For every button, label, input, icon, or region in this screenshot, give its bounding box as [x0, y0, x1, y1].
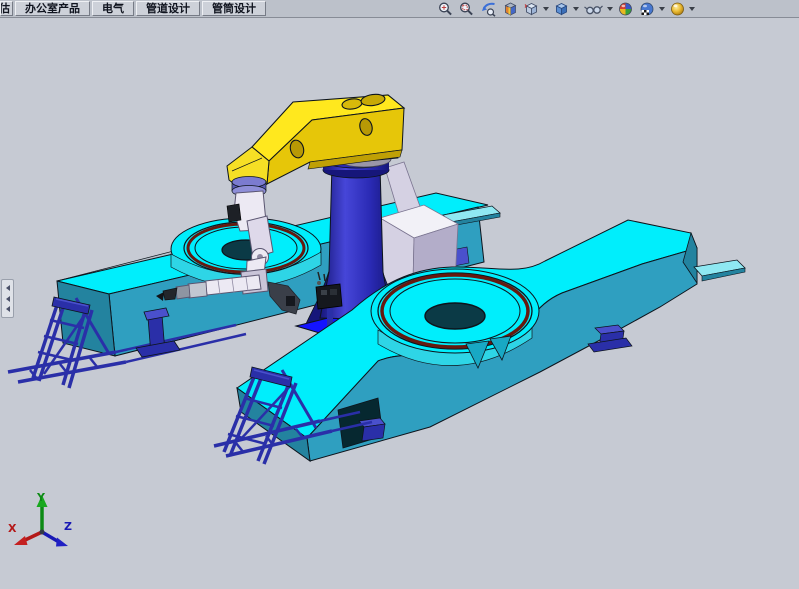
triad-z-label: Z	[64, 520, 72, 533]
tab-label: 办公室产品	[25, 3, 80, 15]
apply-scene-button[interactable]	[638, 1, 665, 17]
expand-arrow-icon	[6, 306, 10, 312]
display-style-icon	[553, 1, 570, 17]
heads-up-view-toolbar	[437, 0, 699, 17]
edit-appearance-icon	[617, 1, 634, 17]
view-orientation-icon	[523, 1, 540, 17]
triad-y-label: Y	[36, 491, 46, 504]
orientation-triad: Y X Z	[8, 491, 72, 547]
previous-view-button[interactable]	[479, 1, 498, 17]
command-bar: 估 办公室产品 电气 管道设计 管筒设计	[0, 0, 799, 18]
section-view-button[interactable]	[502, 1, 519, 17]
dropdown-caret[interactable]	[689, 7, 695, 11]
tab-office-products[interactable]: 办公室产品	[15, 1, 90, 16]
solidworks-window: 估 办公室产品 电气 管道设计 管筒设计	[0, 0, 799, 589]
dropdown-caret[interactable]	[573, 7, 579, 11]
commandmanager-tabs: 估 办公室产品 电气 管道设计 管筒设计	[0, 0, 268, 17]
checkered-flag	[642, 10, 650, 15]
graphics-area[interactable]: Y X Z	[0, 18, 799, 589]
hide-show-items-button[interactable]	[583, 1, 613, 17]
view-settings-button[interactable]	[669, 1, 695, 17]
zoom-to-area-button[interactable]	[458, 1, 475, 17]
tab-electrical[interactable]: 电气	[92, 1, 134, 16]
hide-show-items-icon	[583, 1, 604, 17]
zoom-to-fit-button[interactable]	[437, 1, 454, 17]
dropdown-caret[interactable]	[659, 7, 665, 11]
expand-arrow-icon	[6, 296, 10, 302]
tab-tubing-design[interactable]: 管筒设计	[202, 1, 266, 16]
dropdown-caret[interactable]	[543, 7, 549, 11]
dropdown-caret[interactable]	[607, 7, 613, 11]
expand-arrow-icon	[6, 285, 10, 291]
tab-label: 电气	[102, 3, 124, 15]
triad-x-label: X	[8, 522, 17, 535]
zoom-to-area-icon	[458, 1, 475, 17]
tab-label: 估	[0, 3, 10, 15]
apply-scene-icon	[638, 1, 656, 17]
tab-label: 管道设计	[146, 3, 190, 15]
panel-expander[interactable]	[1, 279, 14, 318]
view-settings-icon	[669, 1, 686, 17]
section-view-icon	[502, 1, 519, 17]
cad-scene: Y X Z	[0, 18, 799, 589]
tab-piping-design[interactable]: 管道设计	[136, 1, 200, 16]
tab-evaluate-partial[interactable]: 估	[0, 1, 13, 16]
tab-label: 管筒设计	[212, 3, 256, 15]
view-orientation-button[interactable]	[523, 1, 549, 17]
display-style-button[interactable]	[553, 1, 579, 17]
previous-view-icon	[479, 1, 498, 17]
zoom-to-fit-icon	[437, 1, 454, 17]
edit-appearance-button[interactable]	[617, 1, 634, 17]
